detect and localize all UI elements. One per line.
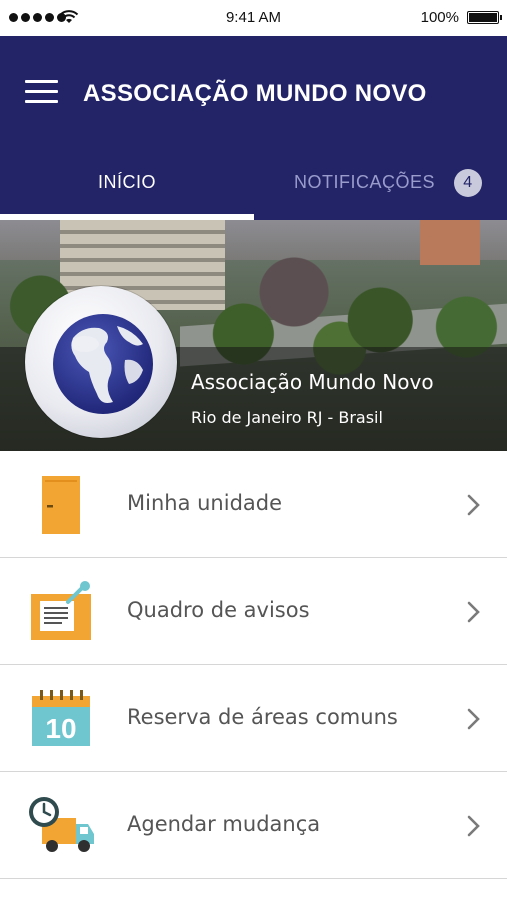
notice-board-icon [31,581,91,640]
tab-inicio-label: INÍCIO [97,172,156,192]
battery-percentage: 100% [420,9,459,26]
main-menu: Minha unidade Quadro de avisos 10 Reserv… [0,451,507,879]
notification-count-badge: 4 [454,169,482,197]
tab-notificacoes[interactable]: NOTIFICAÇÕES 4 [254,169,507,214]
battery-icon [467,11,502,24]
association-banner: Associação Mundo Novo Rio de Janeiro RJ … [0,220,507,451]
association-name: Associação Mundo Novo [191,370,434,394]
menu-item-quadro-de-avisos[interactable]: Quadro de avisos [0,558,507,665]
status-bar: 9:41 AM 100% [0,0,507,36]
globe-icon [53,314,153,414]
chevron-right-icon [467,815,480,837]
moving-truck-icon [29,797,94,852]
menu-item-label: Agendar mudança [127,812,321,836]
chevron-right-icon [467,708,480,730]
menu-item-label: Reserva de áreas comuns [127,705,398,729]
chevron-right-icon [467,494,480,516]
app-title: ASSOCIAÇÃO MUNDO NOVO [83,80,427,107]
door-icon [42,476,80,534]
menu-item-agendar-mudanca[interactable]: Agendar mudança [0,772,507,879]
menu-item-minha-unidade[interactable]: Minha unidade [0,451,507,558]
association-logo [25,286,177,438]
menu-item-label: Quadro de avisos [127,598,310,622]
app-header: ASSOCIAÇÃO MUNDO NOVO INÍCIO NOTIFICAÇÕE… [0,36,507,220]
tab-inicio[interactable]: INÍCIO [0,172,254,214]
tab-notificacoes-label: NOTIFICAÇÕES [294,172,436,192]
menu-item-label: Minha unidade [127,491,283,515]
calendar-icon-number: 10 [45,713,76,744]
association-location: Rio de Janeiro RJ - Brasil [191,408,383,427]
menu-item-reserva-de-areas-comuns[interactable]: 10 Reserva de áreas comuns [0,665,507,772]
chevron-right-icon [467,601,480,623]
calendar-icon: 10 [32,690,90,746]
menu-icon[interactable] [25,80,58,104]
